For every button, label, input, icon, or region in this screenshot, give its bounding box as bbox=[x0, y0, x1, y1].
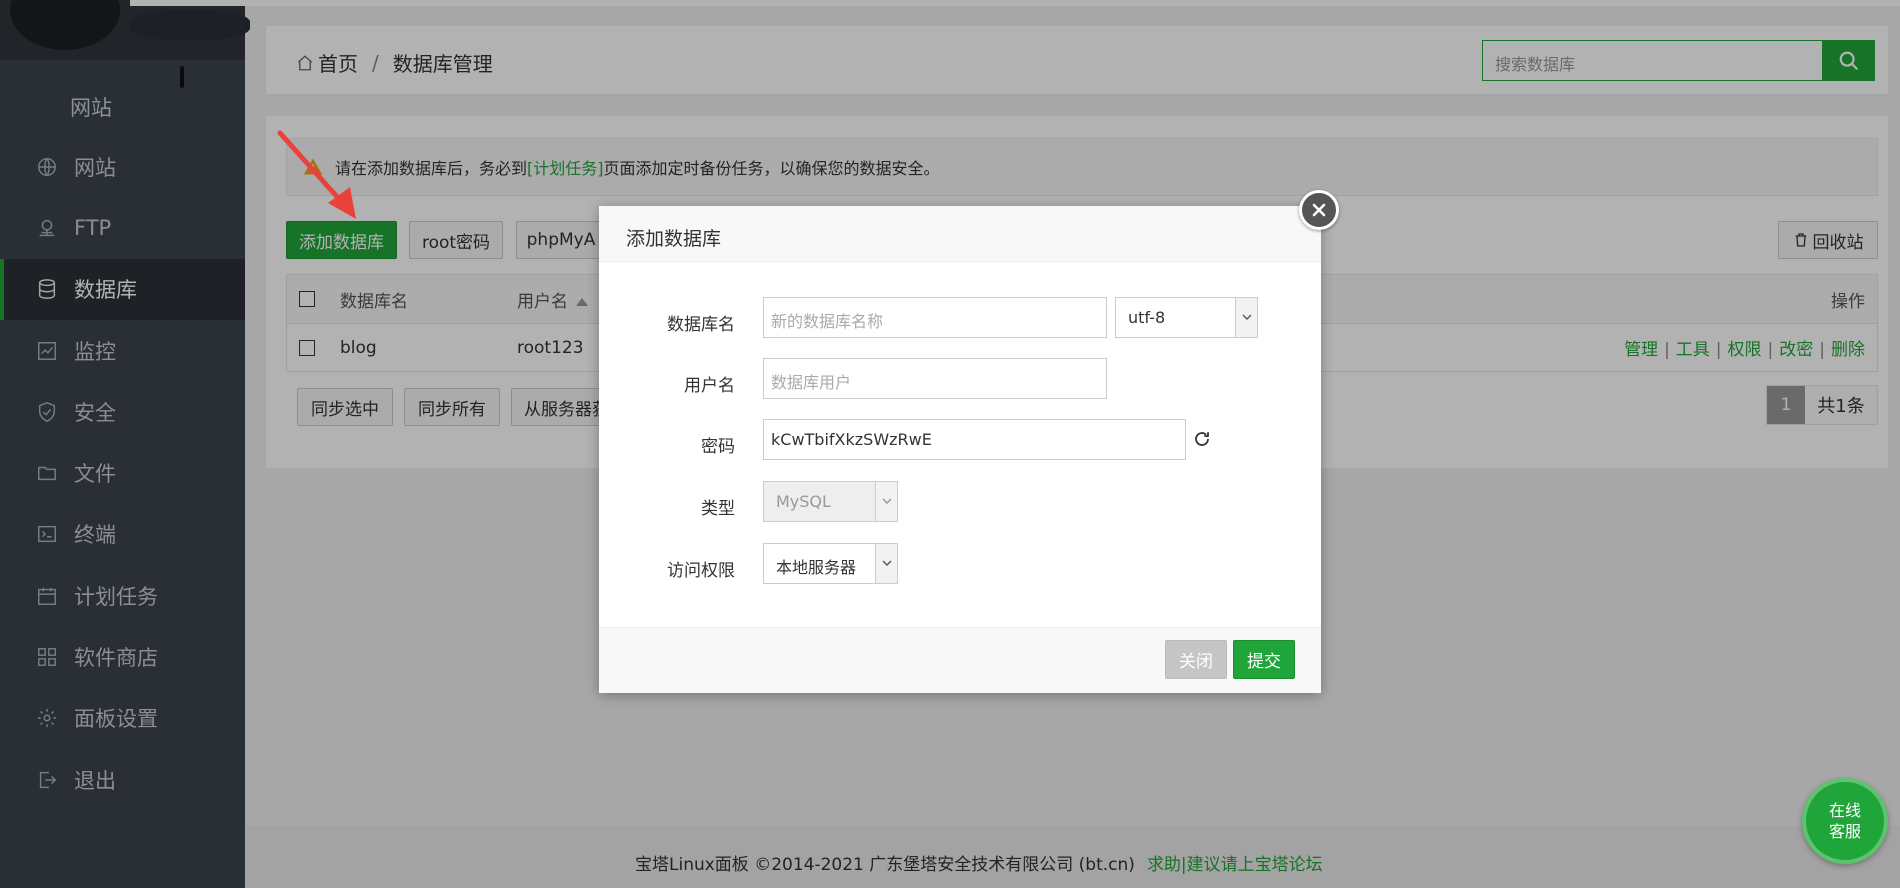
type-select: MySQL bbox=[763, 481, 898, 522]
dialog-cancel-button[interactable]: 关闭 bbox=[1165, 640, 1227, 679]
dialog-submit-button[interactable]: 提交 bbox=[1233, 640, 1295, 679]
access-select[interactable]: 本地服务器 bbox=[763, 543, 898, 584]
online-service-button[interactable]: 在线 客服 bbox=[1802, 778, 1888, 864]
add-database-dialog: 添加数据库 数据库名 新的数据库名称 utf-8 用户名 数据库用户 密码 kC… bbox=[599, 190, 1339, 693]
db-name-label: 数据库名 bbox=[667, 315, 735, 335]
chevron-down-icon bbox=[1235, 298, 1257, 337]
annotation-arrow-icon bbox=[277, 130, 356, 219]
password-label: 密码 bbox=[701, 437, 735, 457]
db-name-input[interactable]: 新的数据库名称 bbox=[763, 297, 1107, 338]
dialog-close-button[interactable] bbox=[1299, 190, 1339, 230]
charset-select[interactable]: utf-8 bbox=[1115, 297, 1258, 338]
password-input[interactable]: kCwTbifXkzSWzRwE bbox=[763, 419, 1186, 460]
service-line1: 在线 bbox=[1828, 801, 1861, 820]
user-label: 用户名 bbox=[684, 376, 735, 396]
chevron-down-icon bbox=[875, 544, 897, 583]
dialog-footer: 关闭 提交 bbox=[599, 627, 1321, 693]
type-value: MySQL bbox=[776, 492, 831, 511]
access-label: 访问权限 bbox=[667, 561, 735, 581]
service-line2: 客服 bbox=[1828, 822, 1861, 841]
access-value: 本地服务器 bbox=[776, 558, 857, 577]
type-label: 类型 bbox=[701, 499, 735, 519]
chevron-down-icon bbox=[875, 482, 897, 521]
charset-value: utf-8 bbox=[1128, 308, 1166, 327]
refresh-icon[interactable] bbox=[1193, 430, 1211, 448]
dialog-title: 添加数据库 bbox=[599, 206, 1321, 262]
user-input[interactable]: 数据库用户 bbox=[763, 358, 1107, 399]
close-icon bbox=[1312, 203, 1326, 217]
